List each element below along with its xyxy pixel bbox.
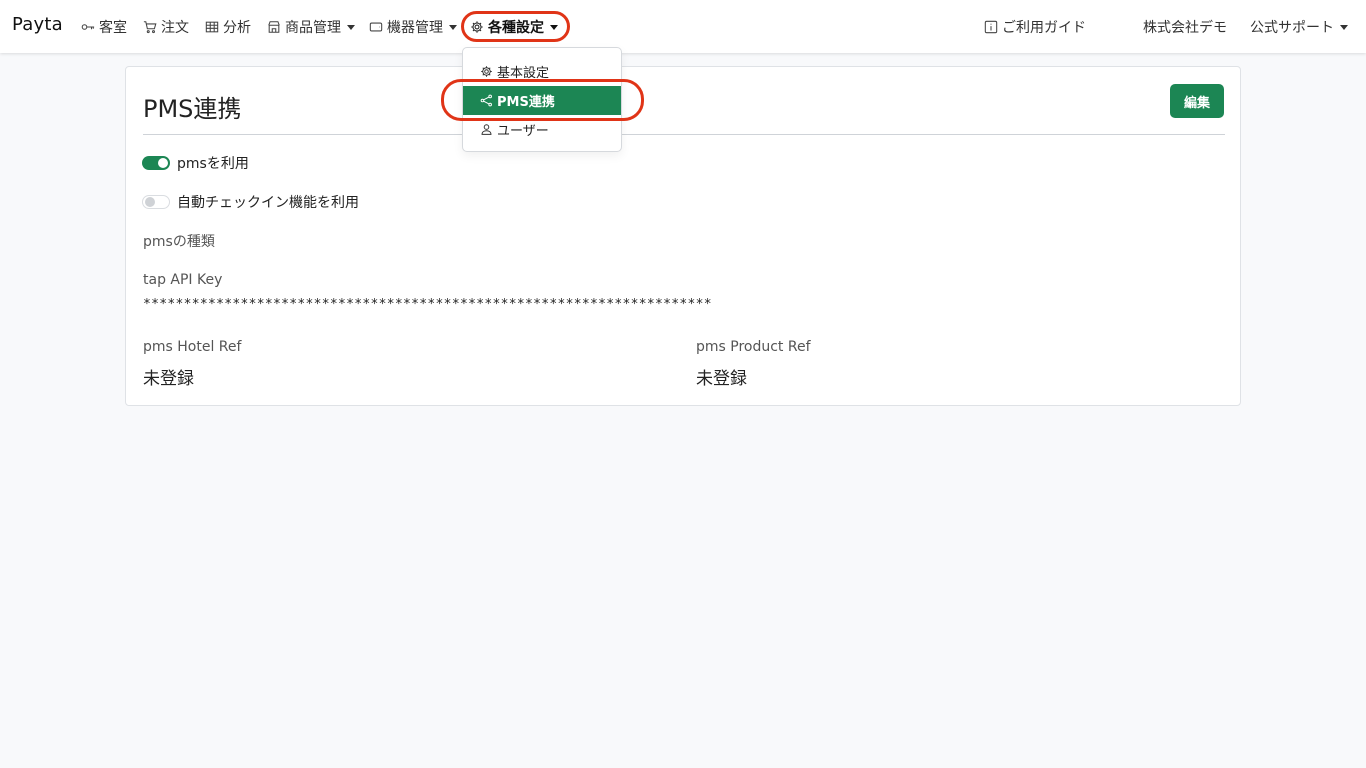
dropdown-label-basic: 基本設定 <box>497 66 550 81</box>
gear-icon <box>481 66 492 77</box>
nav-item-rooms[interactable]: 客室 <box>81 17 127 37</box>
company-label: 株式会社デモ <box>1143 20 1227 36</box>
gear-icon <box>471 21 483 33</box>
chevron-down-icon <box>449 24 457 30</box>
table-icon <box>205 21 219 33</box>
chevron-down-icon <box>1340 24 1348 30</box>
dropdown-item-pms[interactable]: PMS連携 <box>463 86 621 115</box>
info-icon <box>984 20 998 34</box>
person-icon <box>481 124 492 135</box>
auto-checkin-label: 自動チェックイン機能を利用 <box>177 195 359 211</box>
page-title: PMS連携 <box>143 95 242 123</box>
settings-dropdown-menu: 基本設定 PMS連携 ユーザー <box>462 47 622 152</box>
use-pms-toggle[interactable] <box>142 156 170 170</box>
brand-logo[interactable]: Payta <box>12 14 63 35</box>
shop-icon <box>268 21 280 33</box>
auto-checkin-toggle[interactable] <box>142 195 170 209</box>
nav-item-analytics[interactable]: 分析 <box>205 17 251 37</box>
toggle-row-auto-checkin: 自動チェックイン機能を利用 <box>142 192 359 212</box>
nav-label-orders: 注文 <box>161 20 189 36</box>
nav-label-products: 商品管理 <box>285 20 341 36</box>
api-key-label: tap API Key <box>143 272 223 288</box>
dropdown-item-users[interactable]: ユーザー <box>463 115 621 144</box>
pms-settings-card: PMS連携 編集 pmsを利用 自動チェックイン機能を利用 pmsの種類 tap… <box>125 66 1241 406</box>
dropdown-label-pms: PMS連携 <box>497 95 555 110</box>
edit-button[interactable]: 編集 <box>1170 84 1224 118</box>
company-name[interactable]: 株式会社デモ <box>1143 17 1227 37</box>
chevron-down-icon <box>347 24 355 30</box>
hotel-ref-value: 未登録 <box>143 369 194 389</box>
chevron-down-icon <box>550 24 558 30</box>
nav-item-orders[interactable]: 注文 <box>143 17 189 37</box>
top-navbar: Payta 客室 注文 分析 商品管理 機器管理 各種設定 ご利用ガイド 株式会… <box>0 0 1366 53</box>
nav-item-devices[interactable]: 機器管理 <box>369 17 457 37</box>
divider <box>143 134 1225 135</box>
support-menu[interactable]: 公式サポート <box>1250 17 1348 37</box>
toggle-row-use-pms: pmsを利用 <box>142 153 249 173</box>
nav-label-analytics: 分析 <box>223 20 251 36</box>
support-label: 公式サポート <box>1250 20 1334 36</box>
hotel-ref-label: pms Hotel Ref <box>143 339 242 355</box>
product-ref-label: pms Product Ref <box>696 339 811 355</box>
api-key-value: ****************************************… <box>143 297 712 312</box>
pms-type-label: pmsの種類 <box>143 234 215 250</box>
nav-label-rooms: 客室 <box>99 20 127 36</box>
key-icon <box>81 24 95 30</box>
use-pms-label: pmsを利用 <box>177 156 249 172</box>
device-icon <box>369 22 383 32</box>
nav-label-devices: 機器管理 <box>387 20 443 36</box>
nav-item-settings[interactable]: 各種設定 <box>470 17 558 37</box>
guide-label: ご利用ガイド <box>1002 20 1086 36</box>
cart-icon <box>143 21 157 34</box>
dropdown-label-users: ユーザー <box>497 124 549 139</box>
dropdown-item-basic-settings[interactable]: 基本設定 <box>463 57 621 86</box>
product-ref-value: 未登録 <box>696 369 747 389</box>
nav-item-products[interactable]: 商品管理 <box>267 17 355 37</box>
share-icon <box>480 94 492 107</box>
nav-label-settings: 各種設定 <box>488 20 544 36</box>
guide-link[interactable]: ご利用ガイド <box>984 17 1086 37</box>
